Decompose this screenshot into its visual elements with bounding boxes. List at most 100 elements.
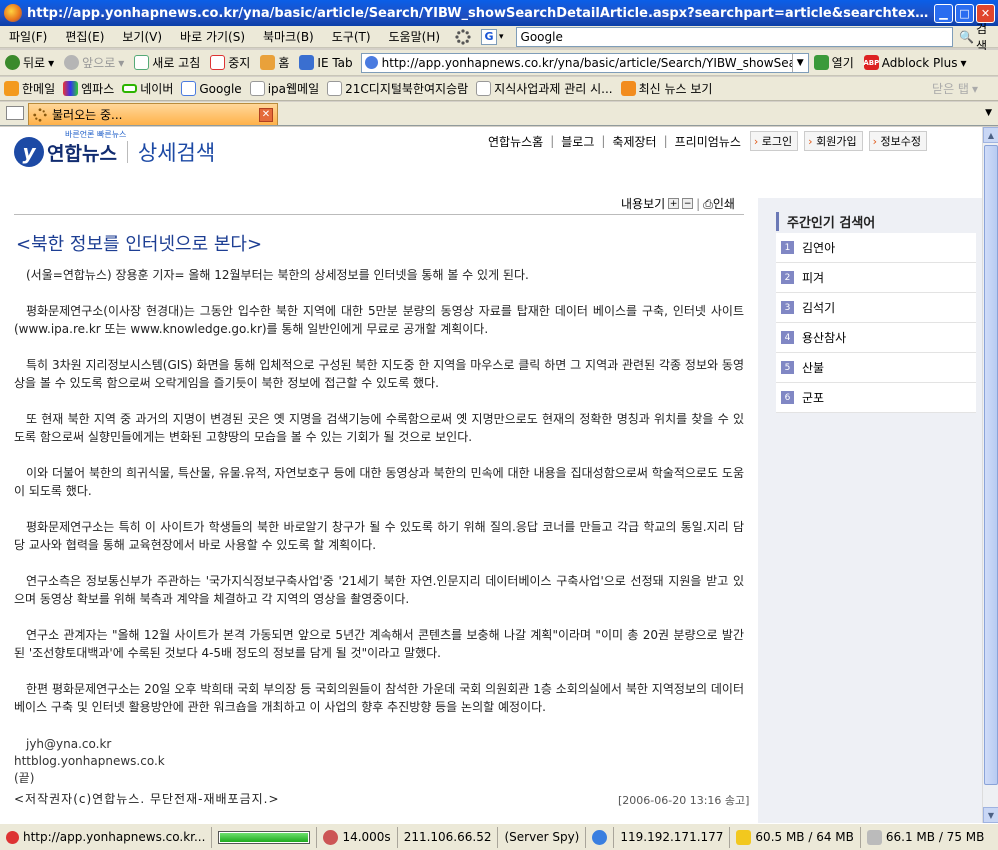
vertical-scrollbar[interactable]: ▲ ▼ (982, 127, 998, 823)
tab-close-icon[interactable]: ✕ (259, 107, 273, 122)
menu-help[interactable]: 도움말(H) (380, 28, 450, 45)
tab-bar: 불러오는 중... ✕ ▼ (0, 102, 998, 126)
search-term: 용산참사 (802, 331, 847, 345)
font-increase-icon[interactable]: + (668, 198, 680, 209)
article-body: (서울=연합뉴스) 장용훈 기자= 올해 12월부터는 북한의 상세정보를 인터… (14, 266, 744, 734)
bookmark-page-icon (249, 81, 265, 96)
search-button-label: 검색 (975, 21, 988, 53)
bookmark-item[interactable]: 한메일 (0, 80, 59, 97)
menu-go[interactable]: 바로 가기(S) (171, 28, 254, 45)
scroll-up-icon[interactable]: ▲ (983, 127, 998, 143)
status-ie-icon-cell[interactable] (586, 826, 615, 848)
address-dropdown-icon[interactable]: ▼ (791, 53, 808, 72)
scroll-down-icon[interactable]: ▼ (983, 807, 998, 823)
search-engine-google-icon[interactable]: G (481, 28, 497, 45)
firefox-logo-icon (4, 4, 22, 22)
reload-icon (134, 55, 150, 70)
bookmark-item[interactable]: 지식사업과제 관리 시... (472, 80, 616, 97)
back-button[interactable]: 뒤로 ▾ (0, 54, 59, 71)
article-paragraph: 특히 3차원 지리정보시스템(GIS) 화면을 통해 입체적으로 구성된 북한 … (14, 358, 744, 390)
navigation-toolbar: 뒤로 ▾ 앞으로 ▾ 새로 고침 중지 홈 IE Tab http://app.… (0, 50, 998, 76)
nav-divider: | (550, 134, 555, 148)
status-timer: 14.000s (317, 826, 398, 848)
tab-loading[interactable]: 불러오는 중... ✕ (28, 103, 278, 125)
bookmark-favicon-icon (122, 84, 138, 93)
tab-list-dropdown-icon[interactable]: ▼ (985, 108, 992, 118)
bookmark-item[interactable]: 21C디지털북한여지승람 (323, 80, 472, 97)
reload-button[interactable]: 새로 고침 (129, 54, 205, 71)
status-server-spy[interactable]: (Server Spy) (498, 826, 587, 848)
home-button[interactable]: 홈 (255, 54, 294, 71)
status-ip2: 119.192.171.177 (614, 826, 731, 848)
popular-search-item[interactable]: 5 산불 (776, 353, 976, 383)
bookmark-item[interactable]: 최신 뉴스 보기 (617, 80, 717, 97)
edit-info-button[interactable]: › 정보수정 (868, 131, 927, 151)
bookmark-page-icon (476, 81, 492, 96)
menu-tools[interactable]: 도구(T) (323, 28, 380, 45)
popular-search-item[interactable]: 3 김석기 (776, 293, 976, 323)
nav-link-home[interactable]: 연합뉴스홈 (485, 133, 546, 150)
adblock-label: Adblock Plus (881, 55, 958, 70)
logo-brand: 바른언론 빠른뉴스 연합뉴스 (47, 130, 126, 166)
address-bar[interactable]: http://app.yonhapnews.co.kr/yna/basic/ar… (360, 52, 809, 73)
go-arrow-icon (813, 55, 829, 70)
signup-button[interactable]: › 회원가입 (804, 131, 863, 151)
edit-info-label: 정보수정 (880, 135, 921, 148)
arrow-icon: › (753, 135, 762, 148)
new-tab-icon[interactable] (6, 106, 24, 120)
stop-button[interactable]: 중지 (205, 54, 255, 71)
article-paragraph: 평화문제연구소(이사장 현경대)는 그동안 입수한 북한 지역에 대한 5만분 … (14, 304, 744, 336)
home-label: 홈 (278, 56, 290, 70)
nav-link-blog[interactable]: 블로그 (558, 133, 597, 150)
bookmark-item[interactable]: 엠파스 (59, 80, 118, 97)
bookmark-page-icon (327, 81, 343, 96)
back-label: 뒤로 (23, 56, 46, 70)
forward-button[interactable]: 앞으로 ▾ (59, 54, 129, 71)
forward-label: 앞으로 (82, 56, 116, 70)
reload-label: 새로 고침 (152, 56, 201, 70)
search-engine-dropdown-icon[interactable]: ▾ (499, 32, 504, 42)
login-button[interactable]: › 로그인 (749, 131, 799, 151)
nav-divider: | (601, 134, 606, 148)
print-button[interactable]: ⎙인쇄 (703, 195, 735, 212)
ietab-button[interactable]: IE Tab (294, 55, 357, 70)
menu-file[interactable]: 파일(F) (0, 28, 56, 45)
menu-bar: 파일(F) 편집(E) 보기(V) 바로 가기(S) 북마크(B) 도구(T) … (0, 22, 998, 53)
search-term: 김석기 (802, 301, 836, 315)
popular-search-item[interactable]: 6 군포 (776, 383, 976, 413)
tools-divider: | (696, 196, 701, 211)
adblock-button[interactable]: ABP Adblock Plus ▾ (859, 55, 972, 70)
magnifier-icon: 🔍 (959, 29, 974, 44)
reporter-email: jyh@yna.co.kr (26, 737, 112, 751)
bookmark-label: 21C디지털북한여지승람 (345, 82, 469, 96)
bookmark-favicon-icon (181, 81, 197, 96)
closed-tabs-button[interactable]: 닫은 탭 ▾ (928, 80, 998, 97)
popular-search-item[interactable]: 4 용산참사 (776, 323, 976, 353)
site-logo[interactable]: y 바른언론 빠른뉴스 연합뉴스 상세검색 (14, 130, 215, 167)
search-input[interactable]: Google (515, 26, 954, 47)
stop-label: 중지 (228, 56, 251, 70)
ie-icon (592, 829, 608, 845)
popular-search-item[interactable]: 1 김연아 (776, 233, 976, 263)
font-decrease-icon[interactable]: − (682, 198, 694, 209)
article-meta: jyh@yna.co.kr httblog.yonhapnews.co.k (끝… (14, 736, 165, 787)
timer-icon (323, 829, 339, 845)
menu-bookmarks[interactable]: 북마크(B) (254, 28, 323, 45)
rank-badge: 1 (781, 241, 794, 254)
scrollbar-thumb[interactable] (984, 145, 998, 785)
arrow-icon: › (808, 135, 817, 148)
bookmark-item[interactable]: ipa웹메일 (246, 80, 323, 97)
bookmark-item[interactable]: 네이버 (118, 80, 177, 97)
bookmark-item[interactable]: Google (177, 81, 245, 96)
search-term: 산불 (802, 361, 825, 375)
article-paragraph: 연구소측은 정보통신부가 주관하는 '국가지식정보구축사업'중 '21세기 북한… (14, 574, 744, 606)
rss-feed-icon (620, 81, 636, 96)
search-button[interactable]: 🔍 검색 (959, 20, 998, 54)
go-button[interactable]: 열기 (809, 54, 859, 71)
rank-badge: 4 (781, 331, 794, 344)
menu-edit[interactable]: 편집(E) (56, 28, 113, 45)
menu-view[interactable]: 보기(V) (113, 28, 171, 45)
popular-search-item[interactable]: 2 피겨 (776, 263, 976, 293)
nav-link-premium[interactable]: 프리미엄뉴스 (672, 133, 744, 150)
nav-link-market[interactable]: 축제장터 (609, 133, 659, 150)
